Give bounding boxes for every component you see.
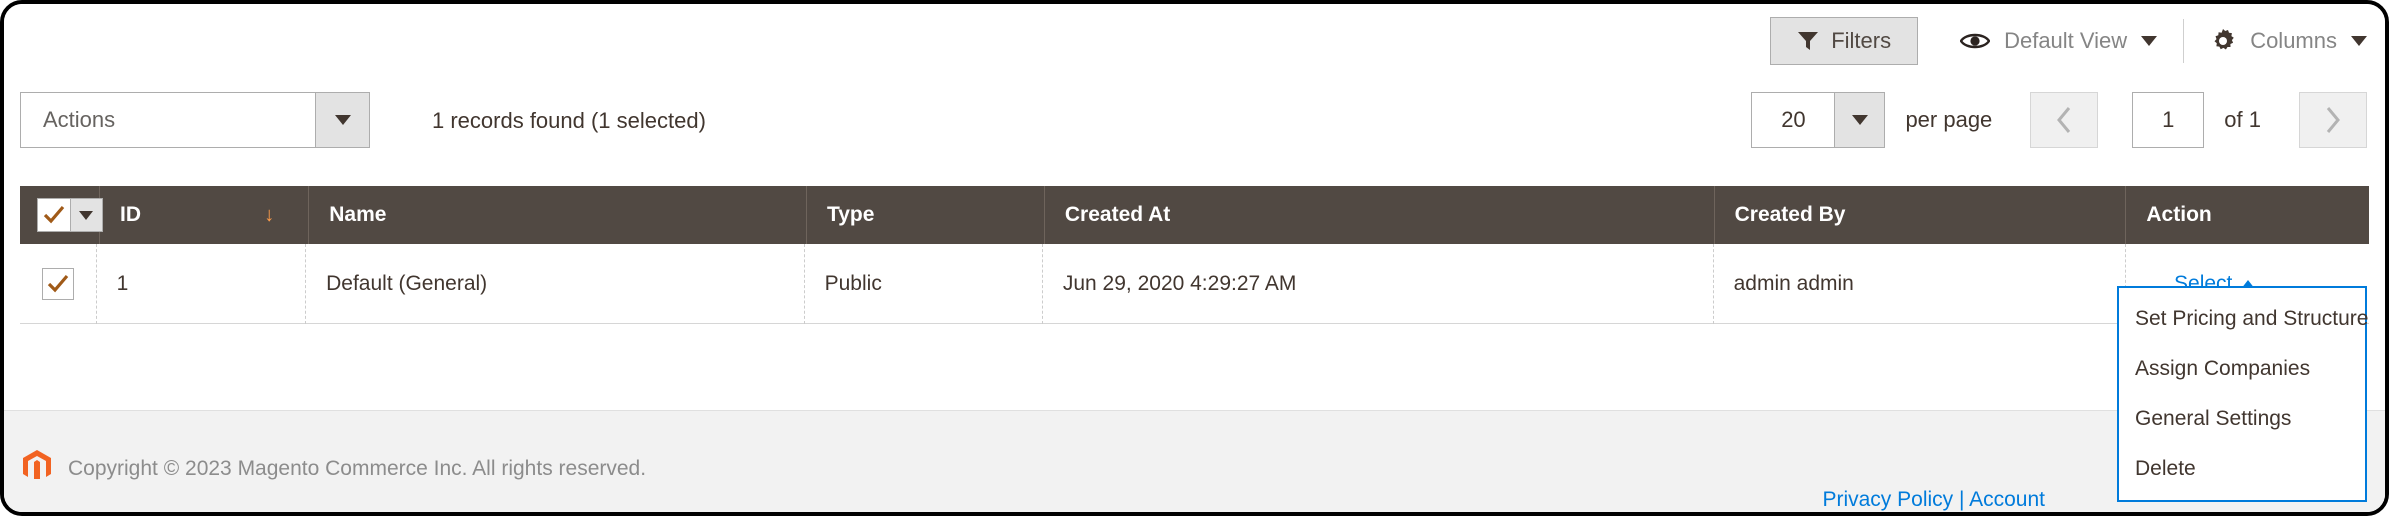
- column-header-created-at[interactable]: Created At: [1045, 186, 1715, 244]
- mass-actions-arrow[interactable]: [315, 93, 369, 147]
- row-select-cell[interactable]: [20, 244, 97, 324]
- cell-id: 1: [97, 244, 307, 324]
- data-grid: ID ↓ Name Type Created At Created By Act…: [20, 186, 2369, 324]
- menu-item-assign-companies[interactable]: Assign Companies: [2119, 344, 2365, 394]
- select-all-dropdown[interactable]: [69, 199, 102, 231]
- columns-label: Columns: [2250, 28, 2337, 53]
- next-page-button[interactable]: [2299, 92, 2367, 148]
- toolbar-controls: Filters Default View Columns: [1770, 16, 2367, 66]
- row-action-menu: Set Pricing and Structure Assign Compani…: [2117, 286, 2368, 502]
- records-found-text: 1 records found (1 selected): [432, 108, 706, 133]
- magento-logo-icon: [22, 449, 52, 488]
- menu-item-delete[interactable]: Delete: [2119, 444, 2365, 494]
- funnel-icon: [1797, 30, 1819, 52]
- page-total-label: of 1: [2224, 107, 2261, 132]
- per-page-select[interactable]: 20: [1751, 92, 1886, 148]
- chevron-down-icon: [79, 210, 93, 220]
- column-header-id-label: ID: [120, 203, 141, 226]
- per-page-label: per page: [1905, 107, 1993, 132]
- select-all-control[interactable]: [36, 198, 103, 232]
- grid-action-bar: Actions 1 records found (1 selected) 20 …: [4, 78, 2385, 164]
- footer-copyright-block: Copyright © 2023 Magento Commerce Inc. A…: [22, 449, 646, 488]
- cell-created-at: Jun 29, 2020 4:29:27 AM: [1043, 244, 1714, 324]
- page-footer: Copyright © 2023 Magento Commerce Inc. A…: [4, 410, 2385, 512]
- browser-window: Filters Default View Columns Actions 1 r…: [0, 0, 2389, 516]
- page-number-input[interactable]: 1: [2132, 92, 2205, 148]
- chevron-down-icon: [1851, 115, 1868, 125]
- footer-links[interactable]: Privacy Policy | Account: [1822, 488, 2045, 512]
- toolbar-divider: [2183, 19, 2185, 63]
- default-view-label: Default View: [2004, 28, 2128, 53]
- row-checkbox[interactable]: [41, 268, 74, 300]
- table-row[interactable]: 1 Default (General) Public Jun 29, 2020 …: [20, 244, 2369, 324]
- column-header-created-by[interactable]: Created By: [1715, 186, 2127, 244]
- chevron-left-icon: [2057, 107, 2071, 133]
- column-header-created-at-label: Created At: [1064, 203, 1171, 226]
- check-icon: [47, 274, 69, 293]
- sort-descending-icon: ↓: [264, 203, 275, 226]
- column-header-action-label: Action: [2146, 203, 2212, 226]
- select-all-checkbox[interactable]: [37, 199, 70, 231]
- eye-icon: [1960, 31, 1991, 51]
- filters-button[interactable]: Filters: [1770, 17, 1919, 65]
- pagination-controls: 20 per page 1 of 1: [1751, 92, 2367, 148]
- column-header-type[interactable]: Type: [807, 186, 1045, 244]
- menu-item-set-pricing-and-structure[interactable]: Set Pricing and Structure: [2119, 294, 2368, 344]
- chevron-down-icon: [334, 115, 351, 125]
- mass-actions-select[interactable]: Actions: [20, 92, 370, 148]
- cell-name: Default (General): [306, 244, 805, 324]
- admin-grid-page: Filters Default View Columns Actions 1 r…: [4, 4, 2385, 512]
- column-header-action[interactable]: Action: [2126, 186, 2369, 244]
- copyright-text: Copyright © 2023 Magento Commerce Inc. A…: [68, 456, 647, 480]
- column-header-created-by-label: Created By: [1734, 203, 1846, 226]
- column-header-type-label: Type: [826, 203, 875, 226]
- check-icon: [43, 205, 64, 224]
- per-page-value: 20: [1781, 107, 1806, 132]
- menu-item-general-settings[interactable]: General Settings: [2119, 394, 2365, 444]
- grid-toolbar: Filters Default View Columns: [4, 4, 2385, 78]
- cell-created-by: admin admin: [1714, 244, 2127, 324]
- cell-type: Public: [805, 244, 1043, 324]
- columns-control[interactable]: Columns: [2210, 28, 2367, 54]
- grid-header-row: ID ↓ Name Type Created At Created By Act…: [20, 186, 2369, 244]
- select-all-header[interactable]: [20, 186, 103, 244]
- gear-icon: [2210, 28, 2236, 54]
- chevron-down-icon: [2351, 36, 2367, 46]
- previous-page-button[interactable]: [2030, 92, 2099, 148]
- column-header-name-label: Name: [329, 203, 387, 226]
- mass-actions-label: Actions: [43, 107, 116, 132]
- column-header-name[interactable]: Name: [309, 186, 807, 244]
- chevron-down-icon: [2141, 36, 2158, 46]
- default-view-switcher[interactable]: Default View: [1960, 28, 2158, 54]
- filters-label: Filters: [1831, 28, 1892, 53]
- column-header-id[interactable]: ID ↓: [100, 186, 310, 244]
- chevron-right-icon: [2326, 107, 2340, 133]
- per-page-arrow[interactable]: [1834, 93, 1885, 147]
